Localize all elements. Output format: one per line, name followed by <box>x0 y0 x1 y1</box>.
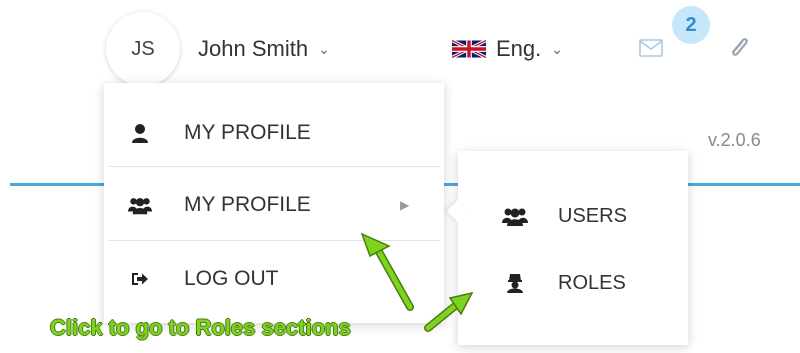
menu-item-label: MY PROFILE <box>184 121 311 144</box>
menu-item-label: LOG OUT <box>184 267 279 290</box>
user-dropdown-menu: MY PROFILE MY PROFILE ▶ LOG OUT <box>104 83 444 323</box>
notification-count: 2 <box>685 13 697 36</box>
menu-item-log-out[interactable]: LOG OUT <box>104 243 444 315</box>
chevron-down-icon: ⌄ <box>551 40 563 57</box>
language-selector[interactable]: Eng. ⌄ <box>452 36 563 62</box>
avatar[interactable]: JS <box>106 12 180 86</box>
menu-item-my-profile[interactable]: MY PROFILE <box>104 97 444 169</box>
uk-flag-icon <box>452 38 486 60</box>
submenu-item-roles[interactable]: ROLES <box>458 253 688 313</box>
menu-item-label: MY PROFILE <box>184 193 311 216</box>
user-name: John Smith <box>198 36 309 61</box>
users-group-icon <box>128 194 152 216</box>
role-icon <box>502 271 528 295</box>
submenu-item-users[interactable]: USERS <box>458 186 688 246</box>
profile-submenu: USERS ROLES <box>446 151 688 345</box>
users-group-icon <box>502 204 528 228</box>
notification-badge[interactable]: 2 <box>672 6 710 44</box>
menu-item-my-profile-submenu[interactable]: MY PROFILE ▶ <box>104 169 444 241</box>
submenu-item-label: USERS <box>558 204 627 227</box>
annotation-text: Click to go to Roles sections <box>50 315 351 340</box>
envelope-icon[interactable] <box>638 37 664 59</box>
chevron-right-icon: ▶ <box>400 198 410 212</box>
language-label: Eng. <box>496 36 542 61</box>
chevron-down-icon: ⌄ <box>318 40 330 57</box>
menu-divider <box>108 166 440 167</box>
submenu-item-label: ROLES <box>558 271 626 294</box>
logout-icon <box>128 268 152 290</box>
avatar-initials: JS <box>131 37 155 60</box>
user-menu-toggle[interactable]: John Smith ⌄ <box>198 36 330 62</box>
user-icon <box>128 122 152 144</box>
paperclip-icon[interactable] <box>726 34 752 60</box>
app-version: v.2.0.6 <box>708 130 761 150</box>
menu-divider <box>108 240 440 241</box>
